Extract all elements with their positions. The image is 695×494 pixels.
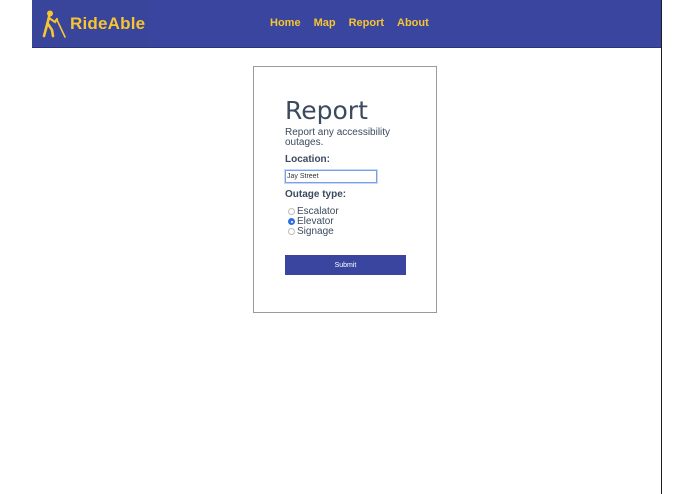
radio-label-signage: Signage [297,225,334,237]
page-title: Report [285,96,368,125]
radio-option-signage[interactable]: Signage [288,225,339,237]
page: RideAble Home Map Report About Report Re… [32,0,662,494]
location-input[interactable] [284,169,378,184]
brand-name: RideAble [70,14,146,33]
outage-type-radio-group: Escalator Elevator Signage [288,206,339,237]
nav-map-link[interactable]: Map [314,17,336,29]
radio-escalator[interactable] [288,207,295,215]
radio-option-elevator[interactable]: Elevator [288,216,339,227]
person-walking-cane-icon [42,10,66,38]
radio-option-escalator[interactable]: Escalator [288,206,339,217]
navbar: RideAble Home Map Report About [32,0,661,48]
outage-type-label: Outage type: [285,189,347,200]
report-form-card: Report Report any accessibility outages.… [253,66,437,313]
nav-links: Home Map Report About [270,17,429,29]
radio-elevator[interactable] [288,217,295,225]
nav-about-link[interactable]: About [397,17,429,29]
nav-report-link[interactable]: Report [349,17,384,29]
radio-signage[interactable] [288,227,295,235]
nav-home-link[interactable]: Home [270,17,301,29]
report-description: Report any accessibility outages. [285,127,391,148]
submit-button[interactable]: Submit [285,255,406,275]
brand-logo[interactable]: RideAble [32,0,149,47]
location-label: Location: [285,154,330,165]
